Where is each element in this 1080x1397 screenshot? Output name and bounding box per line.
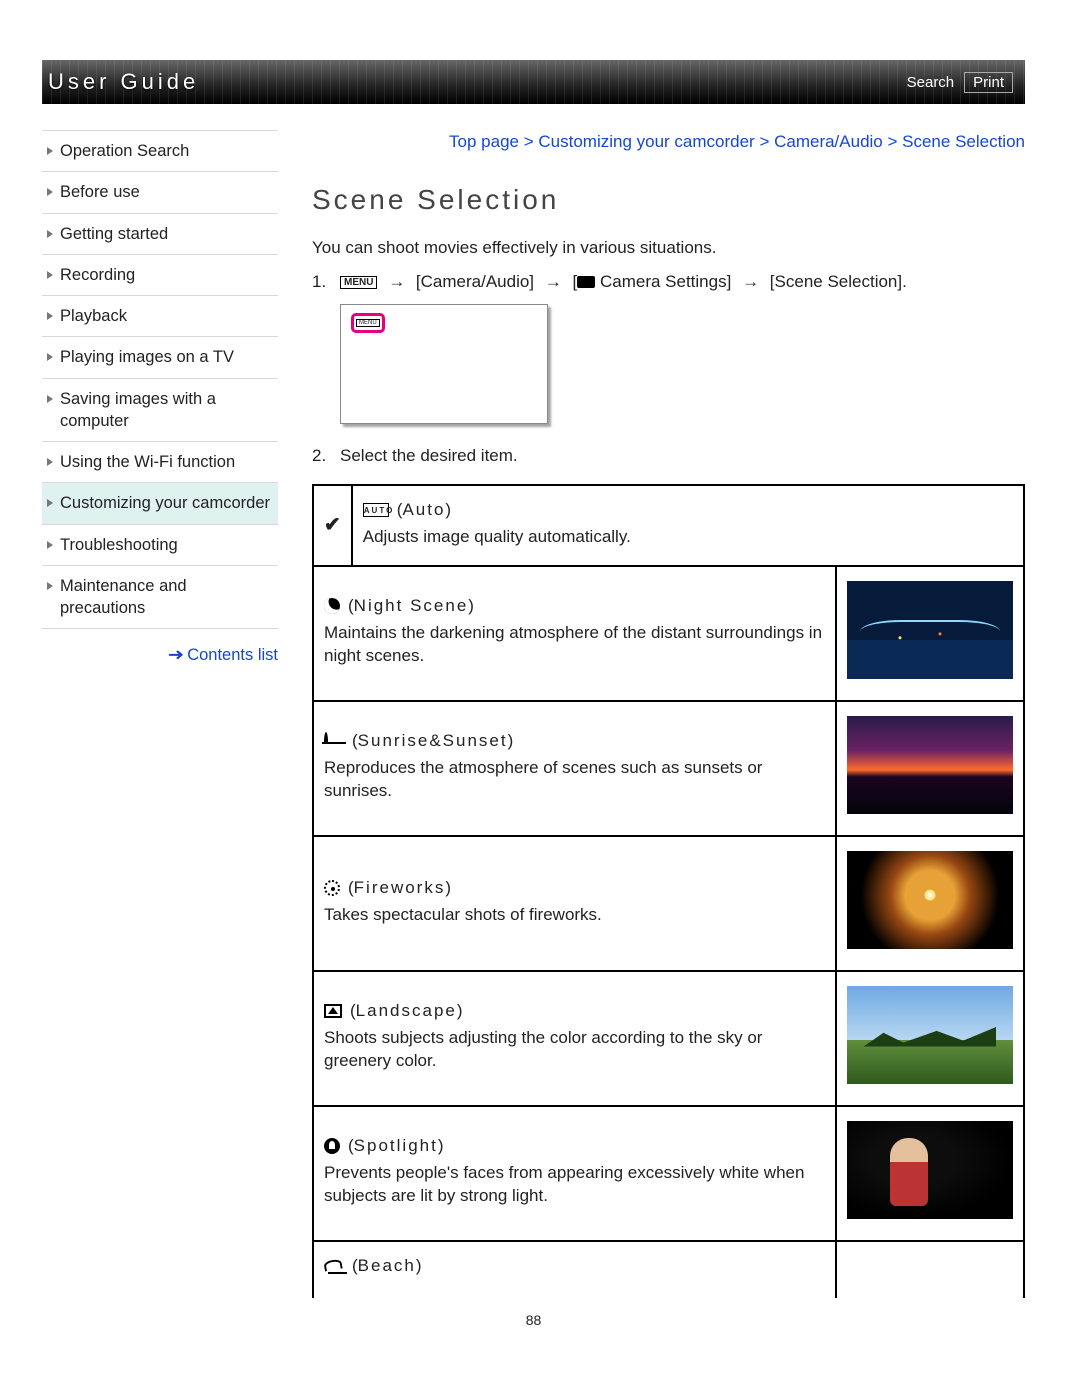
sidebar-item[interactable]: Recording: [42, 255, 278, 296]
scene-desc: Maintains the darkening atmosphere of th…: [324, 622, 825, 668]
arrow-right-icon: →: [545, 272, 562, 292]
print-button[interactable]: Print: [964, 72, 1013, 93]
check-icon: ✔: [324, 514, 341, 536]
scene-table: ✔ AUTO Auto Adjusts image quality automati…: [312, 484, 1025, 1298]
default-checkmark: ✔: [313, 485, 352, 566]
scene-thumb: [836, 1106, 1024, 1241]
sidebar-item[interactable]: Playing images on a TV: [42, 337, 278, 378]
scene-thumb: [836, 971, 1024, 1106]
sunset-icon: [324, 734, 344, 748]
scene-name: Night Scene: [348, 596, 474, 616]
step-2: 2. Select the desired item.: [312, 446, 1025, 466]
spotlight-icon: [324, 1138, 340, 1154]
table-row: Beach: [313, 1241, 1024, 1298]
sidebar-item[interactable]: Saving images with a computer: [42, 379, 278, 443]
sidebar-item[interactable]: Using the Wi-Fi function: [42, 442, 278, 483]
table-row: Spotlight Prevents people's faces from ap…: [313, 1106, 1024, 1241]
moon-icon: [321, 596, 342, 617]
sidebar-item[interactable]: Troubleshooting: [42, 525, 278, 566]
sidebar-item[interactable]: Getting started: [42, 214, 278, 255]
scene-cell: Landscape Shoots subjects adjusting the c…: [313, 971, 836, 1106]
sidebar-item[interactable]: Operation Search: [42, 130, 278, 172]
scene-thumb: [836, 566, 1024, 701]
scene-thumb: [836, 701, 1024, 836]
beach-icon: [324, 1258, 344, 1274]
scene-name: Fireworks: [348, 878, 451, 898]
scene-image: [847, 581, 1013, 679]
sidebar-item[interactable]: Maintenance and precautions: [42, 566, 278, 630]
scene-name: Beach: [352, 1256, 422, 1276]
scene-desc: Takes spectacular shots of fireworks.: [324, 904, 825, 927]
sidebar-item[interactable]: Playback: [42, 296, 278, 337]
scene-cell: Sunrise&Sunset Reproduces the atmosphere …: [313, 701, 836, 836]
scene-cell: AUTO Auto Adjusts image quality automatic…: [352, 485, 1024, 566]
page-number: 88: [42, 1312, 1025, 1328]
scene-thumb: [836, 1241, 1024, 1298]
scene-name: Auto: [397, 500, 451, 520]
scene-cell: Fireworks Takes spectacular shots of fire…: [313, 836, 836, 971]
sidebar-item[interactable]: Customizing your camcorder: [42, 483, 278, 524]
arrow-right-icon: →: [388, 272, 405, 292]
page-title: Scene Selection: [312, 184, 1025, 216]
scene-name: Spotlight: [348, 1136, 444, 1156]
breadcrumb[interactable]: Top page > Customizing your camcorder > …: [312, 130, 1025, 154]
scene-name: Sunrise&Sunset: [352, 731, 513, 751]
lcd-illustration: [340, 304, 548, 424]
search-link[interactable]: Search: [907, 74, 955, 91]
fireworks-icon: [324, 880, 340, 896]
table-row: Fireworks Takes spectacular shots of fire…: [313, 836, 1024, 971]
scene-desc: Reproduces the atmosphere of scenes such…: [324, 757, 825, 803]
auto-icon: AUTO: [363, 503, 389, 517]
table-row: Sunrise&Sunset Reproduces the atmosphere …: [313, 701, 1024, 836]
scene-cell: Beach: [313, 1241, 836, 1298]
menu-highlight-icon: [351, 313, 385, 333]
scene-cell: Night Scene Maintains the darkening atmos…: [313, 566, 836, 701]
scene-desc: Shoots subjects adjusting the color acco…: [324, 1027, 825, 1073]
scene-name: Landscape: [350, 1001, 463, 1021]
intro-text: You can shoot movies effectively in vari…: [312, 238, 1025, 258]
title-bar: User Guide Search Print: [42, 60, 1025, 104]
step-1: 1. MENU → [Camera/Audio] → [ Camera Sett…: [312, 272, 1025, 424]
table-row: ✔ AUTO Auto Adjusts image quality automati…: [313, 485, 1024, 566]
scene-image: [847, 851, 1013, 949]
table-row: Night Scene Maintains the darkening atmos…: [313, 566, 1024, 701]
scene-image: [847, 716, 1013, 814]
scene-image: [847, 1121, 1013, 1219]
arrow-right-icon: →: [742, 272, 759, 292]
menu-icon: MENU: [340, 276, 377, 289]
contents-list-link[interactable]: ➜Contents list: [42, 645, 278, 665]
arrow-right-icon: ➜: [168, 645, 185, 665]
sidebar-item[interactable]: Before use: [42, 172, 278, 213]
scene-desc: Prevents people's faces from appearing e…: [324, 1162, 825, 1208]
landscape-icon: [324, 1004, 342, 1018]
scene-desc: Adjusts image quality automatically.: [363, 526, 1013, 549]
app-title: User Guide: [48, 69, 199, 95]
table-row: Landscape Shoots subjects adjusting the c…: [313, 971, 1024, 1106]
movie-icon: [577, 276, 595, 288]
scene-image: [847, 986, 1013, 1084]
scene-cell: Spotlight Prevents people's faces from ap…: [313, 1106, 836, 1241]
sidebar: Operation SearchBefore useGetting starte…: [42, 130, 278, 1298]
scene-thumb: [836, 836, 1024, 971]
